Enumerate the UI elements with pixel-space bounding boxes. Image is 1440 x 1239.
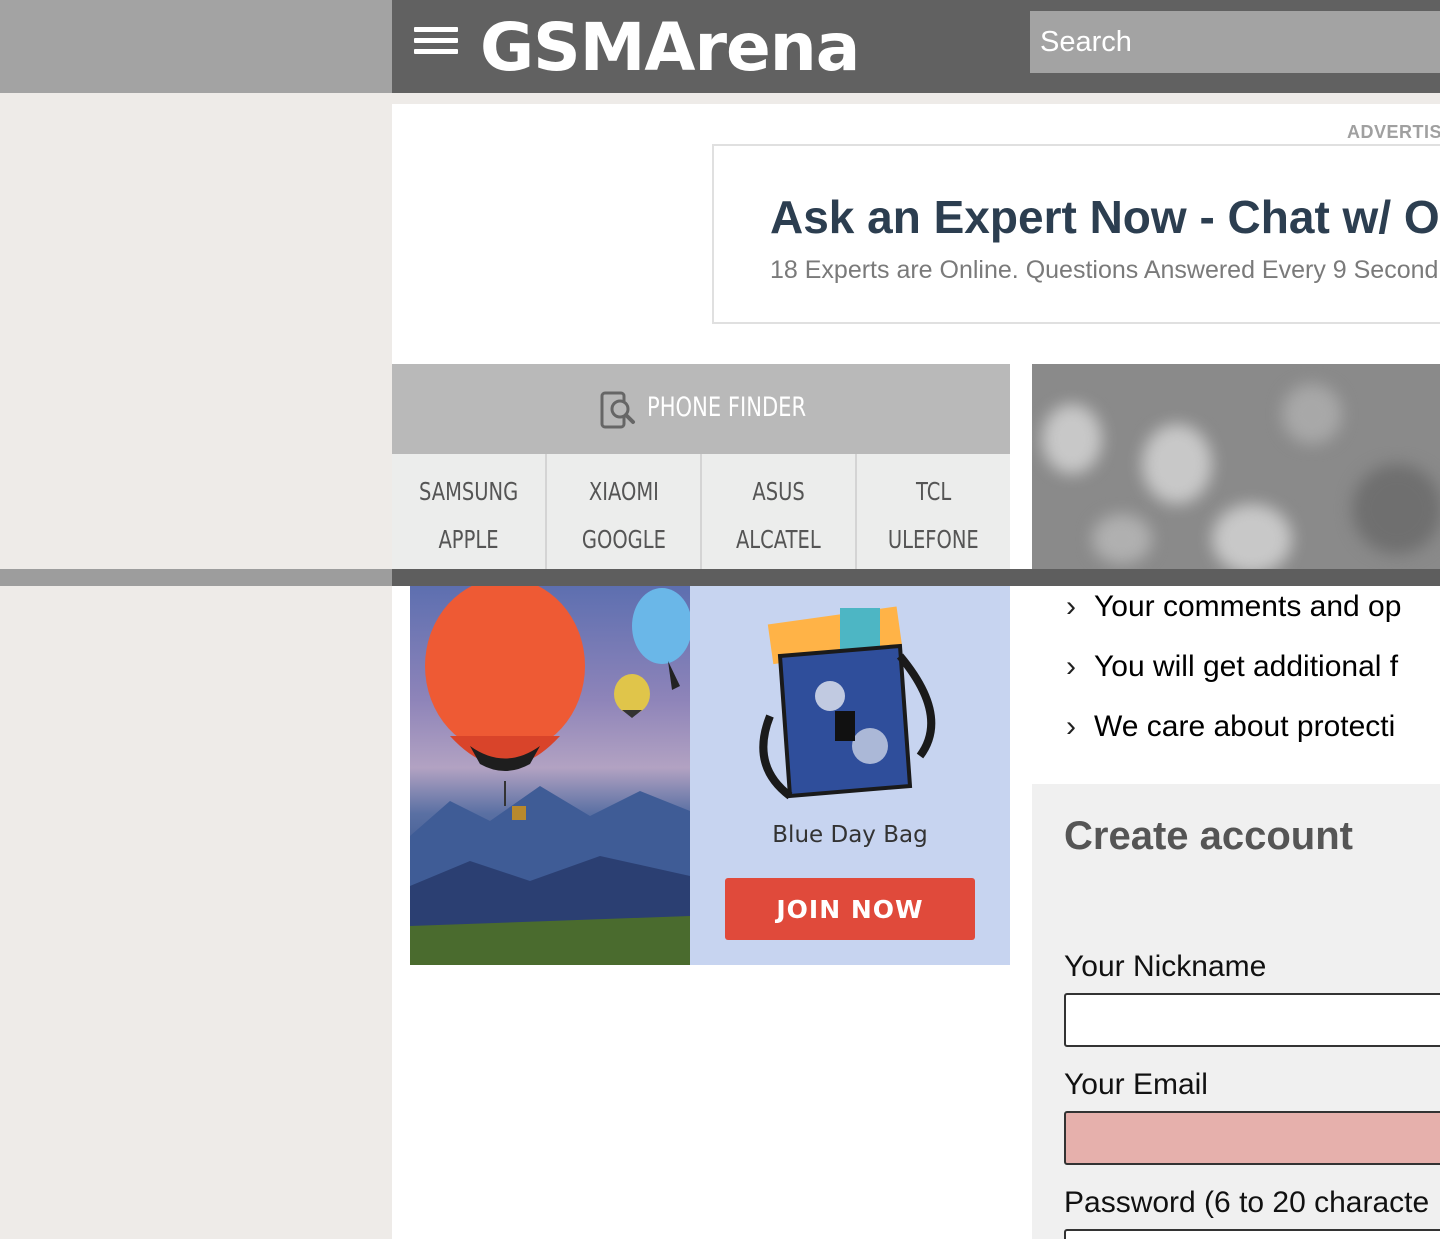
benefits-list: › Your comments and op › You will get ad… <box>1032 586 1440 784</box>
create-account-form: Create account Your Nickname Your Email … <box>1032 784 1440 1239</box>
password-field[interactable] <box>1064 1229 1440 1239</box>
email-field[interactable] <box>1064 1111 1440 1165</box>
header-left-filler <box>0 0 392 93</box>
list-item: › You will get additional f <box>1066 650 1399 684</box>
brand-link-asus[interactable]: ASUS <box>752 468 804 516</box>
phone-finder-header[interactable]: PHONE FINDER <box>392 364 1010 454</box>
brand-column: XIAOMI GOOGLE <box>547 454 702 570</box>
advertisement-label: ADVERTIS <box>1347 122 1440 142</box>
join-now-button[interactable]: JOIN NOW <box>725 878 975 940</box>
chevron-right-icon: › <box>1066 650 1076 683</box>
brand-link-alcatel[interactable]: ALCATEL <box>736 516 821 564</box>
benefit-text: Your comments and op <box>1094 590 1402 623</box>
brand-column: ASUS ALCATEL <box>702 454 857 570</box>
separator-bar-left <box>0 569 392 586</box>
email-label: Your Email <box>1064 1068 1208 1101</box>
balloon-image <box>410 586 690 965</box>
banner-product-name: Blue Day Bag <box>772 822 928 848</box>
site-logo[interactable]: GSMArena <box>480 4 900 103</box>
brand-link-xiaomi[interactable]: XIAOMI <box>588 468 658 516</box>
phone-finder-title: PHONE FINDER <box>647 392 807 423</box>
list-item: › We care about protecti <box>1066 710 1396 744</box>
banner-ad[interactable]: Blue Day Bag JOIN NOW <box>410 586 1010 965</box>
benefit-text: You will get additional f <box>1094 650 1399 683</box>
separator-bar <box>392 569 1440 586</box>
brand-link-tcl[interactable]: TCL <box>916 468 951 516</box>
nickname-field[interactable] <box>1064 993 1440 1047</box>
nickname-label: Your Nickname <box>1064 950 1267 983</box>
brand-link-ulefone[interactable]: ULEFONE <box>888 516 979 564</box>
brand-column: SAMSUNG APPLE <box>392 454 547 570</box>
blurred-image <box>1032 364 1440 570</box>
ad-subtitle: 18 Experts are Online. Questions Answere… <box>770 256 1439 284</box>
list-item: › Your comments and op <box>1066 590 1402 624</box>
text-ad[interactable]: Ask an Expert Now - Chat w/ Onli 18 Expe… <box>712 144 1440 324</box>
brand-link-samsung[interactable]: SAMSUNG <box>419 468 518 516</box>
brand-link-apple[interactable]: APPLE <box>438 516 498 564</box>
bag-promo: Blue Day Bag JOIN NOW <box>690 586 1010 965</box>
password-label: Password (6 to 20 characte <box>1064 1186 1430 1219</box>
search-input[interactable] <box>1030 11 1440 73</box>
site-header: GSMArena <box>392 0 1440 93</box>
logo-text: GSMArena <box>480 9 859 84</box>
menu-icon[interactable] <box>414 27 458 59</box>
phone-search-icon <box>600 391 635 429</box>
form-title: Create account <box>1064 814 1353 858</box>
brand-grid: SAMSUNG APPLE XIAOMI GOOGLE ASUS ALCATEL… <box>392 454 1010 570</box>
bag-icon <box>759 606 936 800</box>
benefit-text: We care about protecti <box>1094 710 1396 743</box>
ad-title[interactable]: Ask an Expert Now - Chat w/ Onli <box>770 190 1440 244</box>
chevron-right-icon: › <box>1066 590 1076 623</box>
brand-column: TCL ULEFONE <box>857 454 1010 570</box>
chevron-right-icon: › <box>1066 710 1076 743</box>
brand-link-google[interactable]: GOOGLE <box>581 516 665 564</box>
